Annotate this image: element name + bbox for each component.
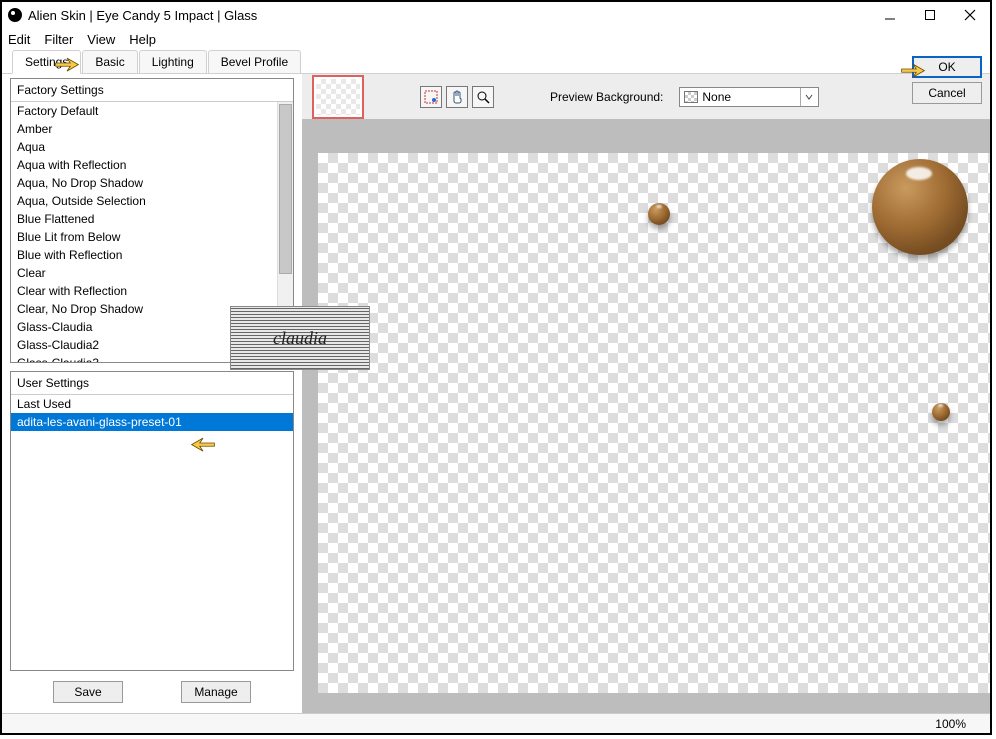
user-settings-head: User Settings [11,372,293,395]
maximize-button[interactable] [910,2,950,28]
tool-hand-icon[interactable] [446,86,468,108]
dialog-buttons: OK Cancel [912,56,982,104]
factory-settings-head: Factory Settings [11,79,293,102]
factory-item[interactable]: Clear [11,264,293,282]
factory-item[interactable]: Clear with Reflection [11,282,293,300]
factory-item[interactable]: Aqua with Reflection [11,156,293,174]
save-button[interactable]: Save [53,681,123,703]
menu-filter[interactable]: Filter [44,32,73,47]
preview-wrap [302,119,990,713]
factory-item[interactable]: Aqua, Outside Selection [11,192,293,210]
preview-toolbar: Preview Background: None [302,74,990,119]
menu-view[interactable]: View [87,32,115,47]
factory-item[interactable]: Glass-Claudia3 [11,354,293,362]
user-settings-list[interactable]: User Settings Last Usedadita-les-avani-g… [10,371,294,671]
zoom-level: 100% [935,717,966,731]
factory-item[interactable]: Glass-Claudia [11,318,293,336]
window-title: Alien Skin | Eye Candy 5 Impact | Glass [28,8,257,23]
factory-item[interactable]: Glass-Claudia2 [11,336,293,354]
right-panel: OK Cancel Preview [302,74,990,713]
preview-bg-value: None [702,90,731,104]
status-bar: 100% [2,713,990,733]
factory-settings-list[interactable]: Factory Settings Factory DefaultAmberAqu… [10,78,294,363]
chevron-down-icon [800,88,816,106]
factory-item[interactable]: Factory Default [11,102,293,120]
factory-item[interactable]: Aqua [11,138,293,156]
factory-item[interactable]: Amber [11,120,293,138]
preview-bg-select[interactable]: None [679,87,819,107]
minimize-button[interactable] [870,2,910,28]
user-item[interactable]: adita-les-avani-glass-preset-01 [11,413,293,431]
ok-button[interactable]: OK [912,56,982,78]
tab-basic[interactable]: Basic [82,50,137,73]
preview-canvas[interactable] [318,153,990,693]
glass-sphere-small [932,403,950,421]
factory-item[interactable]: Aqua, No Drop Shadow [11,174,293,192]
left-panel: Factory Settings Factory DefaultAmberAqu… [2,74,302,713]
tool-marquee-icon[interactable] [420,86,442,108]
tool-buttons [420,86,494,108]
menubar: Edit Filter View Help [2,28,990,50]
titlebar: Alien Skin | Eye Candy 5 Impact | Glass [2,2,990,28]
preview-bg-label: Preview Background: [550,90,663,104]
content: Factory Settings Factory DefaultAmberAqu… [2,74,990,713]
tab-bevel-profile[interactable]: Bevel Profile [208,50,301,73]
app-icon [8,8,22,22]
glass-sphere-mid [648,203,670,225]
tab-settings[interactable]: Settings [12,50,81,74]
manage-button[interactable]: Manage [181,681,251,703]
menu-edit[interactable]: Edit [8,32,30,47]
preset-button-row: Save Manage [10,679,294,705]
factory-item[interactable]: Blue Flattened [11,210,293,228]
menu-help[interactable]: Help [129,32,156,47]
window: Alien Skin | Eye Candy 5 Impact | Glass … [0,0,992,735]
close-button[interactable] [950,2,990,28]
tab-lighting[interactable]: Lighting [139,50,207,73]
thumbnail-preview[interactable] [312,75,364,119]
factory-scrollbar[interactable] [277,102,293,362]
cancel-button[interactable]: Cancel [912,82,982,104]
factory-item[interactable]: Blue Lit from Below [11,228,293,246]
tabbar: Settings Basic Lighting Bevel Profile [2,50,990,74]
factory-item[interactable]: Clear, No Drop Shadow [11,300,293,318]
preview-bg-swatch [684,91,698,103]
factory-item[interactable]: Blue with Reflection [11,246,293,264]
tool-zoom-icon[interactable] [472,86,494,108]
user-item[interactable]: Last Used [11,395,293,413]
glass-sphere-large [872,159,968,255]
